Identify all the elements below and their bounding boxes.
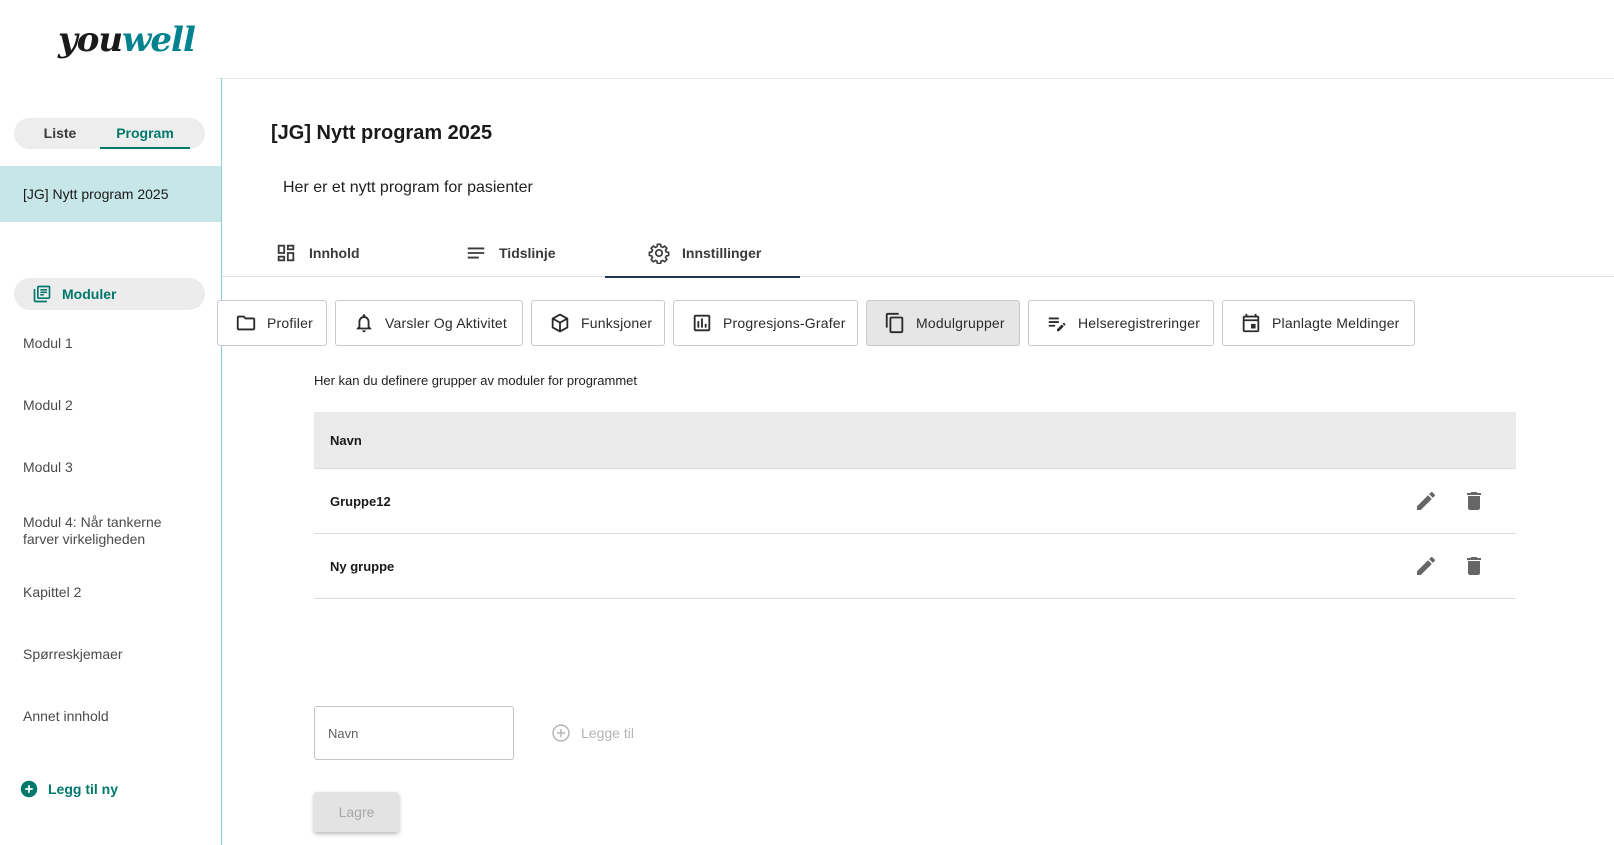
sidebar-item-modul-3[interactable]: Modul 3	[23, 459, 213, 476]
subtab-helseregistreringer[interactable]: Helseregistreringer	[1028, 300, 1214, 346]
table-row: Gruppe12	[314, 469, 1516, 534]
subtab-modulgrupper[interactable]: Modulgrupper	[866, 300, 1020, 346]
edit-button[interactable]	[1414, 489, 1438, 513]
subtab-funksjoner[interactable]: Funksjoner	[531, 300, 665, 346]
main-content: [JG] Nytt program 2025 Her er et nytt pr…	[217, 78, 1614, 845]
calendar-icon	[1242, 313, 1260, 333]
pencil-icon	[1417, 556, 1436, 575]
package-icon	[551, 313, 569, 333]
subtab-profiler[interactable]: Profiler	[217, 300, 327, 346]
subtab-varsler-label: Varsler Og Aktivitet	[385, 315, 508, 331]
subtab-planlagte-meldinger[interactable]: Planlagte Meldinger	[1222, 300, 1415, 346]
sidebar-item-kapittel-2[interactable]: Kapittel 2	[23, 584, 213, 601]
toggle-liste-button[interactable]: Liste	[14, 118, 100, 149]
pencil-icon	[1417, 491, 1436, 510]
row-actions	[1414, 469, 1486, 533]
trash-icon	[1467, 557, 1481, 575]
subtab-modulgrupper-label: Modulgrupper	[916, 315, 1005, 331]
gear-icon	[648, 242, 670, 264]
delete-button[interactable]	[1462, 554, 1486, 578]
add-circle-icon	[20, 780, 38, 798]
folder-icon	[236, 315, 256, 331]
main-tabs: Innhold Tidslinje Innstillinger	[222, 228, 1614, 278]
sidebar-item-annet-innhold[interactable]: Annet innhold	[23, 708, 213, 725]
row-actions	[1414, 534, 1486, 598]
delete-button[interactable]	[1462, 489, 1486, 513]
add-group-label: Legge til	[581, 725, 634, 741]
logo-text-you: you	[58, 20, 123, 60]
moduler-label: Moduler	[62, 286, 117, 302]
sidebar-item-modul-1[interactable]: Modul 1	[23, 335, 213, 352]
subtab-progresjons-grafer[interactable]: Progresjons-Grafer	[673, 300, 858, 346]
edit-note-icon	[1048, 317, 1066, 332]
group-name: Gruppe12	[330, 493, 391, 509]
sidebar: Liste Program [JG] Nytt program 2025 Mod…	[0, 78, 222, 845]
edit-button[interactable]	[1414, 554, 1438, 578]
subtab-progresjons-label: Progresjons-Grafer	[723, 315, 846, 331]
page-title: [JG] Nytt program 2025	[271, 122, 493, 144]
bar-chart-icon	[693, 314, 711, 332]
subtab-planlagte-label: Planlagte Meldinger	[1272, 315, 1400, 331]
youwell-logo[interactable]: you well	[58, 14, 196, 60]
logo-text-well: well	[122, 20, 196, 60]
section-description: Her kan du definere grupper av moduler f…	[314, 373, 637, 388]
add-group-button[interactable]: Legge til	[551, 718, 634, 748]
copy-icon	[885, 312, 904, 334]
subtab-helseregistreringer-label: Helseregistreringer	[1078, 315, 1201, 331]
module-groups-table: Navn Gruppe12 Ny gruppe	[314, 412, 1516, 599]
tab-innhold[interactable]: Innhold	[275, 228, 360, 277]
dashboard-icon	[277, 244, 295, 261]
sidebar-item-sporreskjemaer[interactable]: Spørreskjemaer	[23, 646, 213, 663]
group-name-input[interactable]	[314, 706, 514, 760]
library-books-icon	[33, 285, 51, 303]
notes-icon	[467, 247, 485, 258]
add-new-label: Legg til ny	[48, 781, 118, 797]
subtab-profiler-label: Profiler	[267, 315, 313, 331]
table-header: Navn	[314, 412, 1516, 469]
toggle-program-button[interactable]: Program	[100, 118, 190, 149]
trash-icon	[1467, 492, 1481, 510]
save-button[interactable]: Lagre	[314, 792, 399, 832]
tab-innstillinger[interactable]: Innstillinger	[605, 228, 800, 278]
tab-innhold-label: Innhold	[309, 244, 360, 261]
page-description: Her er et nytt program for pasienter	[283, 179, 533, 196]
add-new-button[interactable]: Legg til ny	[20, 780, 118, 798]
bell-icon	[356, 314, 372, 333]
selected-program-label: [JG] Nytt program 2025	[23, 186, 169, 202]
group-name: Ny gruppe	[330, 558, 395, 574]
view-toggle: Liste Program	[14, 118, 205, 149]
tab-innstillinger-label: Innstillinger	[682, 244, 762, 261]
sidebar-item-modul-4[interactable]: Modul 4: Når tankerne farver virkelighed…	[23, 514, 183, 548]
column-header-navn: Navn	[330, 432, 362, 448]
tab-tidslinje-label: Tidslinje	[499, 244, 556, 261]
subtab-funksjoner-label: Funksjoner	[581, 315, 653, 331]
table-row: Ny gruppe	[314, 534, 1516, 599]
tab-tidslinje[interactable]: Tidslinje	[465, 228, 556, 277]
selected-program-item[interactable]: [JG] Nytt program 2025	[0, 166, 221, 222]
moduler-section-button[interactable]: Moduler	[14, 278, 205, 310]
add-circle-outline-icon	[552, 724, 570, 742]
subtab-varsler-og-aktivitet[interactable]: Varsler Og Aktivitet	[335, 300, 523, 346]
sidebar-item-modul-2[interactable]: Modul 2	[23, 397, 213, 414]
